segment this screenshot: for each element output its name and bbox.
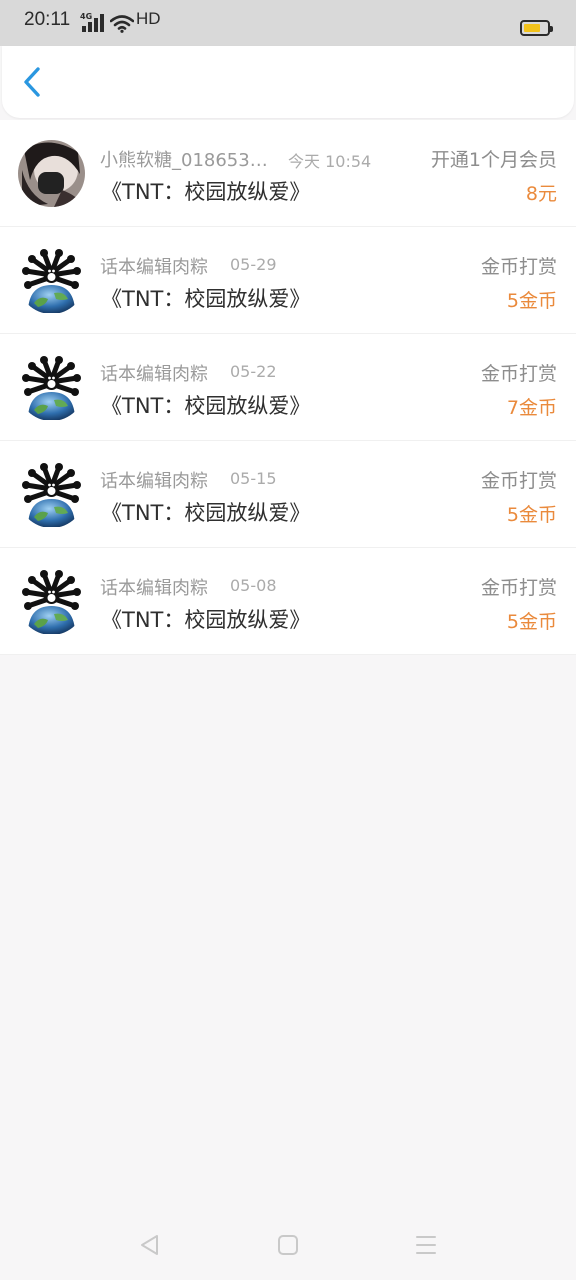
spider-earth-logo — [18, 568, 85, 635]
avatar[interactable] — [18, 461, 85, 528]
record-amount: 5金币 — [506, 504, 557, 526]
square-home-icon[interactable] — [276, 1233, 300, 1257]
record-row[interactable]: 小熊软糖_018653… 今天 10:54 开通1个月会员 《TNT：校园放纵爱… — [0, 120, 576, 227]
record-book-title: 《TNT：校园放纵爱》 — [101, 608, 311, 632]
record-list: 小熊软糖_018653… 今天 10:54 开通1个月会员 《TNT：校园放纵爱… — [0, 120, 576, 655]
signal-icon: 4G — [80, 12, 106, 34]
record-username: 话本编辑肉粽 — [100, 364, 208, 385]
system-nav-bar — [0, 1208, 576, 1280]
avatar[interactable] — [18, 354, 85, 421]
wifi-icon — [110, 15, 134, 33]
record-date: 05-08 — [230, 576, 277, 595]
spider-earth-logo — [18, 247, 85, 314]
spider-earth-logo — [18, 354, 85, 421]
record-username: 话本编辑肉粽 — [100, 578, 208, 599]
record-type: 金币打赏 — [480, 577, 557, 599]
record-date: 05-22 — [230, 362, 277, 381]
record-book-title: 《TNT：校园放纵爱》 — [101, 287, 311, 311]
top-app-bar — [2, 46, 574, 118]
record-amount: 8元 — [525, 183, 557, 205]
record-amount: 5金币 — [506, 611, 557, 633]
user-photo — [18, 140, 85, 207]
record-row[interactable]: 话本编辑肉粽 05-08 金币打赏 《TNT：校园放纵爱》 5金币 — [0, 548, 576, 655]
triangle-back-icon[interactable] — [138, 1233, 162, 1257]
record-username: 话本编辑肉粽 — [100, 471, 208, 492]
battery-level — [524, 24, 540, 32]
hamburger-menu-icon[interactable] — [414, 1233, 438, 1257]
record-username: 话本编辑肉粽 — [100, 257, 208, 278]
record-row[interactable]: 话本编辑肉粽 05-22 金币打赏 《TNT：校园放纵爱》 7金币 — [0, 334, 576, 441]
record-type: 开通1个月会员 — [430, 149, 557, 171]
status-time: 20:11 — [24, 9, 71, 30]
record-date: 05-29 — [230, 255, 277, 274]
chevron-left-icon — [24, 67, 40, 97]
record-book-title: 《TNT：校园放纵爱》 — [101, 394, 311, 418]
record-type: 金币打赏 — [480, 363, 557, 385]
back-button[interactable] — [16, 64, 50, 100]
spider-earth-logo — [18, 461, 85, 528]
record-book-title: 《TNT：校园放纵爱》 — [101, 501, 311, 525]
avatar[interactable] — [18, 568, 85, 635]
avatar[interactable] — [18, 247, 85, 314]
record-row[interactable]: 话本编辑肉粽 05-15 金币打赏 《TNT：校园放纵爱》 5金币 — [0, 441, 576, 548]
hd-indicator: HD — [136, 9, 161, 28]
battery-icon — [520, 20, 553, 36]
network-type: 4G — [80, 12, 93, 21]
record-book-title: 《TNT：校园放纵爱》 — [101, 180, 311, 204]
screen: 20:11 4G HD 小熊软糖_018653… 今天 10:54 开通1个月会… — [0, 0, 576, 1280]
record-username: 小熊软糖_018653… — [100, 150, 268, 171]
record-date: 05-15 — [230, 469, 277, 488]
record-type: 金币打赏 — [480, 470, 557, 492]
record-amount: 5金币 — [506, 290, 557, 312]
record-date: 今天 10:54 — [288, 152, 372, 171]
record-amount: 7金币 — [506, 397, 557, 419]
avatar[interactable] — [18, 140, 85, 207]
status-bar: 20:11 4G HD — [0, 0, 576, 46]
record-row[interactable]: 话本编辑肉粽 05-29 金币打赏 《TNT：校园放纵爱》 5金币 — [0, 227, 576, 334]
record-type: 金币打赏 — [480, 256, 557, 278]
